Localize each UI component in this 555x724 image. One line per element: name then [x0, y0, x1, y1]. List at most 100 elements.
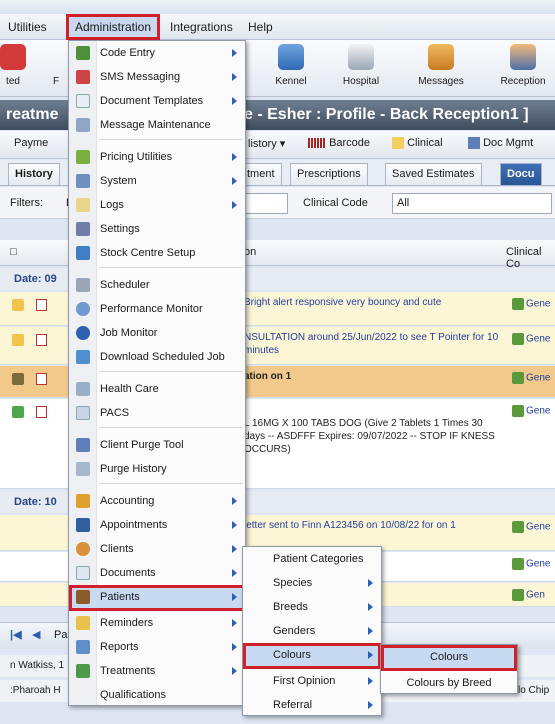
- ribbon-button-messages[interactable]: Messages: [410, 44, 472, 94]
- row-clinical-code: Gene: [512, 521, 550, 533]
- menu-item-sms-messaging[interactable]: SMS Messaging: [69, 65, 245, 89]
- grid-header-clinical-code[interactable]: Clinical Co: [506, 246, 555, 270]
- menu-item-logs[interactable]: Logs: [69, 193, 245, 217]
- reminders-icon: [76, 616, 90, 630]
- ribbon-button-kennel[interactable]: Kennel: [260, 44, 322, 94]
- menu-item-qualifications[interactable]: Qualifications: [69, 683, 245, 707]
- pdf-icon: [36, 406, 47, 418]
- menu-item-client-purge-tool[interactable]: Client Purge Tool: [69, 433, 245, 457]
- menu-integrations[interactable]: Integrations: [164, 14, 239, 40]
- tab-treatment[interactable]: tment: [240, 163, 282, 185]
- menu-item-download-scheduled-job[interactable]: Download Scheduled Job: [69, 345, 245, 369]
- menu-item-accounting[interactable]: Accounting: [69, 489, 245, 513]
- phone-icon: [76, 70, 90, 84]
- submenu-arrow-icon: [232, 153, 237, 161]
- menu-item-message-maintenance[interactable]: Message Maintenance: [69, 113, 245, 137]
- document-icon: [0, 44, 26, 70]
- payment-button[interactable]: Payme: [14, 137, 48, 149]
- menu-administration[interactable]: Administration: [66, 14, 161, 40]
- ribbon-button-reception[interactable]: Reception: [492, 44, 554, 94]
- treatments-icon: [76, 664, 90, 678]
- clinical-code-select[interactable]: All: [392, 193, 552, 214]
- menu-item-job-monitor[interactable]: Job Monitor: [69, 321, 245, 345]
- submenu-arrow-icon: [232, 643, 237, 651]
- blank-icon: [43, 44, 69, 70]
- submenu-arrow-icon: [232, 497, 237, 505]
- download-icon: [76, 350, 90, 364]
- menu-item-breeds[interactable]: Breeds: [243, 595, 381, 619]
- doc-mgmt-button[interactable]: Doc Mgmt: [468, 137, 533, 150]
- menu-help[interactable]: Help: [242, 14, 279, 40]
- kennel-icon: [278, 44, 304, 70]
- page-label: Pa: [54, 629, 68, 641]
- menu-item-patient-categories[interactable]: Patient Categories: [243, 547, 381, 571]
- menu-item-code-entry[interactable]: Code Entry: [69, 41, 245, 65]
- settings-icon: [76, 222, 90, 236]
- filter-input[interactable]: [244, 193, 288, 214]
- submenu-arrow-icon: [232, 49, 237, 57]
- submenu-arrow-icon: [232, 619, 237, 627]
- tab-saved-estimates[interactable]: Saved Estimates: [385, 163, 482, 185]
- menu-item-system[interactable]: System: [69, 169, 245, 193]
- tab-history[interactable]: History: [8, 163, 60, 185]
- menu-item-colours-by-breed[interactable]: Colours by Breed: [381, 671, 517, 695]
- stock-icon: [76, 246, 90, 260]
- filters-label: Filters:: [10, 197, 43, 209]
- menu-item-clients[interactable]: Clients: [69, 537, 245, 561]
- info-icon: [76, 326, 90, 340]
- note-icon: [12, 334, 24, 346]
- menu-item-reminders[interactable]: Reminders: [69, 611, 245, 635]
- menu-item-stock-centre-setup[interactable]: Stock Centre Setup: [69, 241, 245, 265]
- clinical-button[interactable]: Clinical: [392, 137, 443, 150]
- menu-item-appointments[interactable]: Appointments: [69, 513, 245, 537]
- code-entry-icon: [76, 46, 90, 60]
- previous-page-icon[interactable]: ◀: [32, 628, 40, 641]
- general-icon: [512, 333, 524, 345]
- menu-item-settings[interactable]: Settings: [69, 217, 245, 241]
- health-care-icon: [76, 382, 90, 396]
- menu-item-pacs[interactable]: PACS: [69, 401, 245, 425]
- menu-item-colours-list[interactable]: Colours: [381, 645, 517, 671]
- general-icon: [512, 558, 524, 570]
- tab-documents[interactable]: Docu: [500, 163, 542, 185]
- menu-item-patients[interactable]: Patients: [69, 585, 245, 611]
- history-button[interactable]: listory ▾: [248, 137, 285, 150]
- message-icon: [76, 118, 90, 132]
- menu-item-performance-monitor[interactable]: Performance Monitor: [69, 297, 245, 321]
- submenu-arrow-icon: [368, 603, 373, 611]
- tab-prescriptions[interactable]: Prescriptions: [290, 163, 368, 185]
- menu-item-species[interactable]: Species: [243, 571, 381, 595]
- stethoscope-icon: [12, 373, 24, 385]
- menu-item-purge-history[interactable]: Purge History: [69, 457, 245, 481]
- menu-item-first-opinion[interactable]: First Opinion: [243, 669, 381, 693]
- submenu-arrow-icon: [232, 593, 237, 601]
- title-right: e - Esher : Profile - Back Reception1 ]: [244, 106, 529, 123]
- menu-item-genders[interactable]: Genders: [243, 619, 381, 643]
- first-page-icon[interactable]: |◀: [10, 628, 22, 641]
- barcode-button[interactable]: Barcode: [308, 137, 370, 149]
- menu-item-referral[interactable]: Referral: [243, 693, 381, 717]
- submenu-arrow-icon: [232, 73, 237, 81]
- purge-tool-icon: [76, 438, 90, 452]
- row-clinical-code: Gene: [512, 405, 550, 417]
- grid-select-column[interactable]: □: [10, 246, 17, 258]
- general-icon: [512, 405, 524, 417]
- menu-item-colours[interactable]: Colours: [243, 643, 381, 669]
- submenu-arrow-icon: [368, 627, 373, 635]
- pdf-icon: [36, 334, 47, 346]
- row-clinical-code: Gene: [512, 298, 550, 310]
- row-clinical-code: Gene: [512, 333, 550, 345]
- menu-item-documents[interactable]: Documents: [69, 561, 245, 585]
- clinical-icon: [392, 137, 404, 150]
- menu-item-document-templates[interactable]: Document Templates: [69, 89, 245, 113]
- menu-item-treatments[interactable]: Treatments: [69, 659, 245, 683]
- menu-item-pricing-utilities[interactable]: Pricing Utilities: [69, 145, 245, 169]
- administration-menu: Code Entry SMS Messaging Document Templa…: [68, 40, 246, 706]
- row-text: NSULTATION around 25/Jun/2022 to see T P…: [244, 332, 499, 356]
- menu-item-health-care[interactable]: Health Care: [69, 377, 245, 401]
- ribbon-button-hospital[interactable]: Hospital: [330, 44, 392, 94]
- menu-item-scheduler[interactable]: Scheduler: [69, 273, 245, 297]
- row-text: ation on 1: [244, 371, 292, 382]
- menu-utilities[interactable]: Utilities: [2, 14, 53, 40]
- menu-item-reports[interactable]: Reports: [69, 635, 245, 659]
